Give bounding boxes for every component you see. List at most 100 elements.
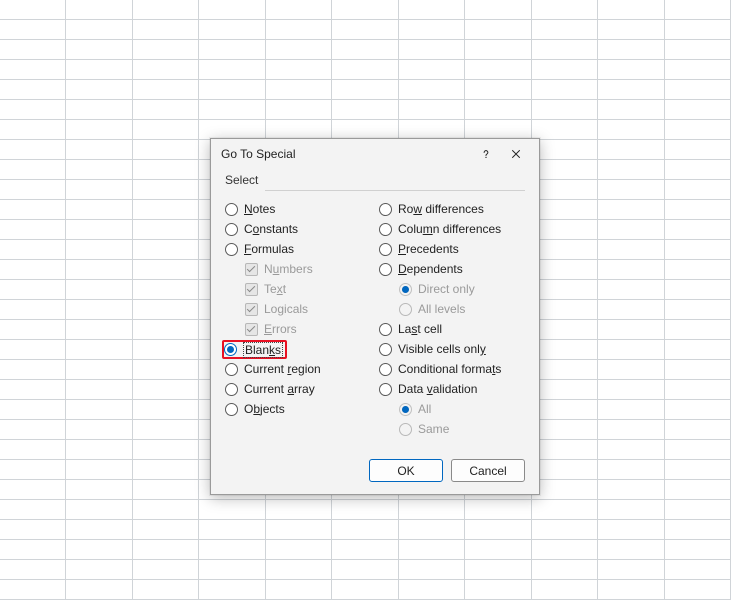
radio-dependents[interactable]: Dependents	[379, 259, 525, 279]
grid-cell[interactable]	[133, 280, 199, 300]
grid-cell[interactable]	[598, 240, 664, 260]
grid-cell[interactable]	[66, 440, 132, 460]
grid-cell[interactable]	[532, 360, 598, 380]
grid-cell[interactable]	[598, 560, 664, 580]
grid-cell[interactable]	[0, 360, 66, 380]
grid-cell[interactable]	[133, 320, 199, 340]
grid-cell[interactable]	[133, 20, 199, 40]
grid-cell[interactable]	[66, 380, 132, 400]
radio-visible-cells[interactable]: Visible cells only	[379, 339, 525, 359]
grid-cell[interactable]	[332, 40, 398, 60]
grid-cell[interactable]	[0, 60, 66, 80]
grid-cell[interactable]	[332, 500, 398, 520]
grid-cell[interactable]	[532, 160, 598, 180]
grid-cell[interactable]	[598, 340, 664, 360]
grid-cell[interactable]	[199, 40, 265, 60]
grid-cell[interactable]	[465, 540, 531, 560]
grid-cell[interactable]	[133, 440, 199, 460]
grid-cell[interactable]	[0, 160, 66, 180]
radio-last-cell[interactable]: Last cell	[379, 319, 525, 339]
grid-cell[interactable]	[266, 540, 332, 560]
grid-cell[interactable]	[133, 500, 199, 520]
grid-cell[interactable]	[66, 460, 132, 480]
grid-cell[interactable]	[133, 120, 199, 140]
grid-cell[interactable]	[465, 500, 531, 520]
grid-cell[interactable]	[598, 140, 664, 160]
grid-cell[interactable]	[532, 380, 598, 400]
grid-cell[interactable]	[66, 80, 132, 100]
grid-cell[interactable]	[133, 460, 199, 480]
grid-cell[interactable]	[665, 240, 731, 260]
grid-cell[interactable]	[199, 20, 265, 40]
grid-cell[interactable]	[598, 300, 664, 320]
grid-cell[interactable]	[66, 0, 132, 20]
grid-cell[interactable]	[598, 60, 664, 80]
grid-cell[interactable]	[465, 80, 531, 100]
radio-objects[interactable]: Objects	[225, 399, 371, 419]
grid-cell[interactable]	[532, 40, 598, 60]
grid-cell[interactable]	[665, 80, 731, 100]
grid-cell[interactable]	[133, 180, 199, 200]
grid-cell[interactable]	[598, 500, 664, 520]
grid-cell[interactable]	[66, 300, 132, 320]
grid-cell[interactable]	[133, 0, 199, 20]
grid-cell[interactable]	[598, 220, 664, 240]
grid-cell[interactable]	[199, 520, 265, 540]
grid-cell[interactable]	[133, 540, 199, 560]
grid-cell[interactable]	[665, 260, 731, 280]
grid-cell[interactable]	[266, 40, 332, 60]
grid-cell[interactable]	[199, 60, 265, 80]
grid-cell[interactable]	[598, 160, 664, 180]
grid-cell[interactable]	[332, 20, 398, 40]
grid-cell[interactable]	[532, 60, 598, 80]
grid-cell[interactable]	[665, 340, 731, 360]
grid-cell[interactable]	[0, 500, 66, 520]
grid-cell[interactable]	[133, 80, 199, 100]
grid-cell[interactable]	[598, 120, 664, 140]
close-button[interactable]	[501, 140, 531, 168]
radio-formulas[interactable]: Formulas	[225, 239, 371, 259]
grid-cell[interactable]	[266, 60, 332, 80]
grid-cell[interactable]	[0, 260, 66, 280]
grid-cell[interactable]	[66, 200, 132, 220]
grid-cell[interactable]	[199, 500, 265, 520]
grid-cell[interactable]	[665, 360, 731, 380]
grid-cell[interactable]	[665, 460, 731, 480]
grid-cell[interactable]	[0, 40, 66, 60]
grid-cell[interactable]	[0, 200, 66, 220]
grid-cell[interactable]	[133, 400, 199, 420]
grid-cell[interactable]	[598, 100, 664, 120]
grid-cell[interactable]	[665, 580, 731, 600]
grid-cell[interactable]	[266, 120, 332, 140]
grid-cell[interactable]	[0, 220, 66, 240]
grid-cell[interactable]	[665, 440, 731, 460]
grid-cell[interactable]	[0, 400, 66, 420]
grid-cell[interactable]	[665, 160, 731, 180]
grid-cell[interactable]	[0, 20, 66, 40]
grid-cell[interactable]	[266, 20, 332, 40]
grid-cell[interactable]	[66, 100, 132, 120]
grid-cell[interactable]	[665, 380, 731, 400]
grid-cell[interactable]	[66, 480, 132, 500]
grid-cell[interactable]	[532, 140, 598, 160]
grid-cell[interactable]	[133, 160, 199, 180]
grid-cell[interactable]	[266, 560, 332, 580]
grid-cell[interactable]	[665, 300, 731, 320]
grid-cell[interactable]	[0, 100, 66, 120]
grid-cell[interactable]	[133, 380, 199, 400]
grid-cell[interactable]	[532, 460, 598, 480]
grid-cell[interactable]	[532, 220, 598, 240]
grid-cell[interactable]	[133, 200, 199, 220]
grid-cell[interactable]	[532, 580, 598, 600]
grid-cell[interactable]	[532, 340, 598, 360]
grid-cell[interactable]	[133, 140, 199, 160]
grid-cell[interactable]	[598, 180, 664, 200]
grid-cell[interactable]	[598, 40, 664, 60]
grid-cell[interactable]	[532, 500, 598, 520]
grid-cell[interactable]	[66, 360, 132, 380]
grid-cell[interactable]	[399, 120, 465, 140]
grid-cell[interactable]	[465, 0, 531, 20]
grid-cell[interactable]	[133, 560, 199, 580]
grid-cell[interactable]	[133, 260, 199, 280]
grid-cell[interactable]	[332, 80, 398, 100]
